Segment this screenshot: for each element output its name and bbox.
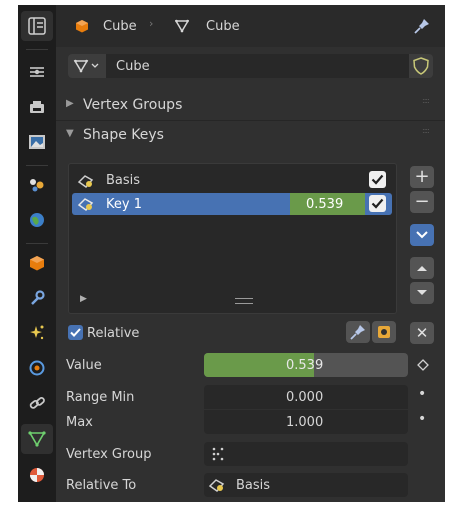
max-value: 1.000 [286, 415, 324, 430]
keyframe-icon[interactable] [417, 359, 429, 371]
max-label: Max [66, 415, 93, 430]
mute-checkbox[interactable] [369, 171, 386, 188]
tab-tool-settings[interactable] [21, 57, 53, 87]
add-shape-key-button[interactable]: + [410, 166, 434, 188]
shape-key-name: Basis [106, 173, 141, 188]
tab-world[interactable] [21, 205, 53, 235]
physics-icon [29, 360, 45, 376]
wrench-icon [31, 290, 45, 305]
browse-mesh-button[interactable] [68, 54, 106, 78]
shape-key-name: Key 1 [106, 197, 142, 212]
tab-material[interactable] [21, 460, 53, 490]
breadcrumb-object: Cube [103, 19, 137, 34]
shape-key-edit-mode-button[interactable] [372, 321, 396, 343]
breadcrumb-mesh: Cube [206, 19, 240, 34]
object-icon [74, 18, 90, 34]
object-icon [30, 256, 44, 271]
vertex-group-icon [212, 447, 224, 461]
remove-shape-key-button[interactable]: − [410, 191, 434, 213]
decorator-dot-icon[interactable]: • [418, 412, 426, 426]
breadcrumb-separator: › [149, 17, 154, 30]
shape-key-icon [77, 175, 94, 189]
value-slider[interactable]: 0.539 [204, 353, 408, 377]
vertex-group-label: Vertex Group [66, 447, 152, 462]
relative-to-field[interactable]: Basis [204, 473, 408, 497]
constraint-icon [29, 397, 45, 409]
panel-shape-keys[interactable]: Shape Keys [83, 128, 164, 142]
particles-icon [30, 325, 44, 340]
drag-handle-icon[interactable]: :::: [422, 127, 430, 135]
drag-handle-icon[interactable]: :::: [422, 97, 430, 105]
close-icon: ✕ [415, 323, 429, 342]
tab-scene[interactable] [21, 170, 53, 200]
triangle-down-icon [417, 290, 427, 295]
move-down-button[interactable] [410, 282, 434, 304]
shape-key-icon [208, 479, 225, 493]
tab-object[interactable] [21, 248, 53, 278]
material-icon [30, 468, 44, 482]
world-icon [30, 213, 44, 227]
range-min-value: 0.000 [286, 390, 324, 405]
relative-label[interactable]: Relative [87, 327, 139, 340]
triangle-up-icon [417, 266, 427, 271]
list-item[interactable]: Basis [72, 169, 392, 191]
tab-tool[interactable] [21, 11, 53, 41]
shape-key-icon [77, 198, 94, 212]
mesh-data-icon [174, 18, 190, 34]
chevron-right-icon[interactable]: ▶ [66, 99, 74, 109]
fake-user-button[interactable] [409, 54, 433, 78]
relative-to-label: Relative To [66, 478, 137, 493]
decorator-dot-icon[interactable]: • [418, 387, 426, 401]
panel-vertex-groups[interactable]: Vertex Groups [83, 98, 182, 112]
max-field[interactable]: 1.000 [204, 410, 408, 434]
list-item[interactable]: Key 1 0.539 [72, 193, 392, 215]
properties-tab-bar [18, 5, 56, 502]
mesh-data-icon [28, 431, 46, 447]
output-icon [29, 135, 45, 149]
mesh-data-icon [73, 59, 99, 73]
checkmark-icon [371, 198, 384, 209]
tab-constraints[interactable] [21, 388, 53, 418]
minus-icon: − [414, 191, 430, 212]
tab-data[interactable] [21, 424, 53, 454]
relative-checkbox[interactable] [68, 325, 83, 340]
tool-icon [30, 67, 44, 77]
data-properties-panel: Cube › Cube Cube ▶ Vertex Groups :::: ▼ … [56, 5, 445, 502]
editor-type-icon [28, 17, 46, 35]
tab-output[interactable] [21, 127, 53, 157]
vertex-group-field[interactable] [204, 442, 408, 466]
chevron-down-icon [416, 231, 428, 239]
value-label: Value [66, 358, 102, 373]
chevron-down-icon[interactable]: ▼ [66, 129, 74, 139]
tab-modifiers[interactable] [21, 283, 53, 313]
range-min-label: Range Min [66, 390, 135, 405]
list-resize-handle[interactable] [235, 298, 253, 304]
mesh-name-field[interactable]: Cube [116, 60, 150, 73]
shape-key-specials-button[interactable] [410, 224, 434, 246]
value-number: 0.539 [286, 358, 324, 373]
checkmark-icon [371, 174, 384, 185]
plus-icon: + [414, 166, 430, 187]
tab-particles[interactable] [21, 318, 53, 348]
relative-to-value: Basis [236, 478, 271, 493]
mute-checkbox[interactable] [369, 195, 386, 212]
edit-mode-icon [378, 326, 390, 338]
range-min-field[interactable]: 0.000 [204, 385, 408, 409]
pin-icon [350, 325, 365, 340]
pin-icon[interactable] [413, 17, 431, 35]
move-up-button[interactable] [410, 257, 434, 279]
shape-key-value: 0.539 [306, 197, 344, 212]
shape-key-lock-button[interactable] [346, 321, 370, 343]
breadcrumb: Cube › Cube [56, 5, 445, 47]
scene-icon [30, 179, 44, 192]
tab-render[interactable] [21, 92, 53, 122]
checkmark-icon [70, 328, 81, 337]
shield-icon [413, 57, 429, 75]
render-icon [30, 101, 44, 113]
filter-options-toggle[interactable]: ▶ [80, 295, 87, 304]
clear-shape-keys-button[interactable]: ✕ [410, 322, 434, 344]
tab-physics[interactable] [21, 353, 53, 383]
